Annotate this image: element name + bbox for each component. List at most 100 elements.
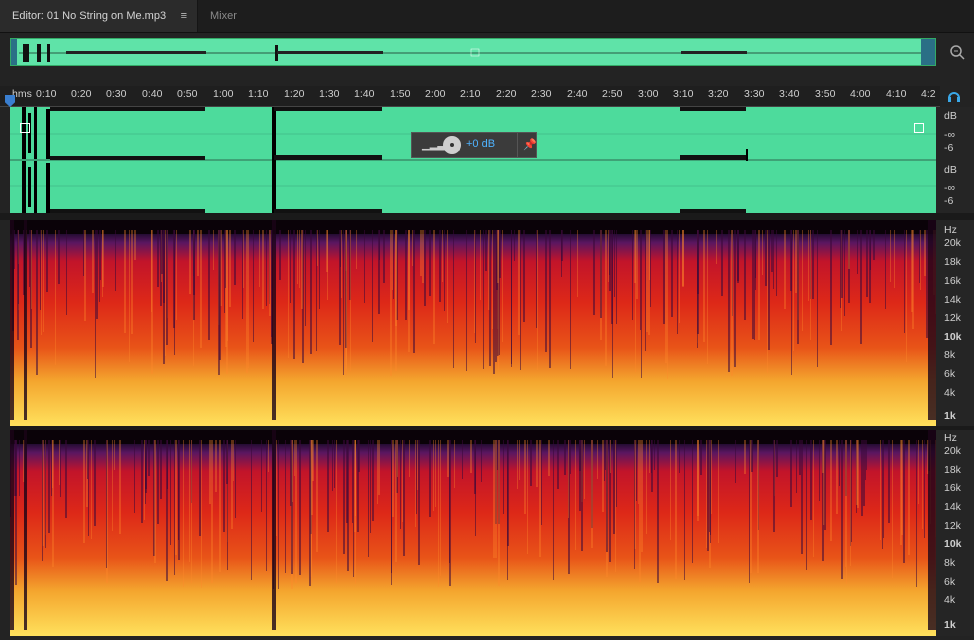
spectrogram-streak: [225, 230, 226, 288]
gain-hud[interactable]: ▁▂▃▄▅ +0 dB 📌: [411, 132, 537, 158]
spectrogram-streak: [213, 230, 214, 270]
overview-navigator[interactable]: [10, 38, 936, 66]
spectrogram-streak: [561, 230, 562, 277]
spectrogram-streak: [372, 230, 373, 342]
hz-label: 14k: [944, 501, 961, 513]
spectrogram-streak: [326, 230, 328, 272]
spectrogram-streak: [866, 230, 868, 297]
spectrogram-streak: [539, 440, 541, 557]
spectrogram-channel-2[interactable]: [10, 430, 936, 636]
spectrogram-streak: [604, 440, 605, 481]
spectrogram-streak: [368, 440, 369, 557]
spectrogram-streak: [31, 230, 32, 309]
fade-in-handle[interactable]: [20, 123, 30, 133]
spectrogram-streak: [440, 440, 441, 576]
spectrogram-streak: [866, 440, 867, 470]
spectrogram-streak: [514, 230, 515, 261]
spectrogram-silence: [272, 220, 276, 420]
spectrogram-streak: [692, 440, 693, 563]
spectrogram-streak: [58, 230, 60, 284]
spectrogram-streak: [87, 440, 88, 479]
tab-editor[interactable]: Editor: 01 No String on Me.mp3 ≡: [0, 0, 198, 32]
spectrogram-streak: [266, 440, 267, 571]
spectrogram-streak: [311, 440, 313, 515]
spectrogram-streak: [334, 440, 335, 488]
spectrogram-streak: [95, 230, 96, 378]
headphones-icon[interactable]: [947, 89, 961, 103]
spectrogram-streak: [762, 230, 763, 275]
spectrogram-streak: [166, 230, 168, 345]
spectrogram-streak: [433, 440, 434, 511]
spectrogram-streak: [654, 440, 655, 470]
spectrogram-streak: [327, 440, 329, 532]
spectrogram-streak: [60, 440, 61, 497]
spectrogram-streak: [163, 230, 165, 364]
hz-unit: Hz: [944, 224, 957, 236]
spectrogram-streak: [48, 440, 50, 533]
tab-mixer[interactable]: Mixer: [198, 0, 268, 32]
spectrogram-streak: [765, 230, 767, 286]
spectrogram-streak: [235, 440, 236, 518]
spectrogram-streak: [493, 440, 495, 558]
spectrogram-streak: [319, 230, 320, 309]
spectrogram-streak: [226, 230, 228, 374]
spectrogram-streak: [648, 230, 650, 335]
spectrogram-streak: [518, 230, 520, 335]
spectrogram-streak: [773, 440, 775, 532]
spectrogram-streak: [904, 230, 905, 333]
ruler-label: 3:20: [708, 88, 729, 100]
spectrogram-streak: [350, 230, 351, 371]
spectrogram-streak: [83, 440, 85, 543]
overview-right-handle[interactable]: [921, 39, 935, 65]
spectrogram-streak: [916, 440, 917, 587]
spectrogram-streak: [649, 440, 650, 473]
ruler-label: 0:20: [71, 88, 92, 100]
fade-out-handle[interactable]: [914, 123, 924, 133]
spectrogram-streak: [824, 440, 826, 530]
spectrogram-streak: [841, 440, 843, 579]
spectrogram-streak: [219, 230, 221, 360]
spectrogram-streak: [548, 440, 550, 476]
panel-splitter[interactable]: [0, 213, 974, 220]
spectrogram-streak: [892, 440, 893, 578]
spectrogram-streak: [839, 440, 840, 486]
ruler-label: 3:40: [779, 88, 800, 100]
spectrogram-silence: [24, 220, 27, 420]
spectrogram-streak: [808, 230, 809, 301]
waveform-panel[interactable]: [10, 107, 936, 213]
spectrogram-streak: [454, 440, 455, 488]
spectrogram-streak: [422, 230, 424, 283]
spectrogram-silence: [928, 430, 936, 630]
spectrogram-streak: [615, 440, 616, 572]
ruler-label: 3:00: [638, 88, 659, 100]
spectrogram-channel-1[interactable]: [10, 220, 936, 426]
spectrogram-streak: [347, 440, 349, 571]
hz-label: 4k: [944, 594, 956, 606]
pin-icon[interactable]: 📌: [523, 138, 537, 151]
spectrogram-streak: [176, 230, 177, 320]
spectrogram-streak: [290, 230, 291, 303]
hz-label: 20k: [944, 445, 961, 457]
time-ruler[interactable]: hms 0:10 0:20 0:30 0:40 0:50 1:00 1:10 1…: [0, 86, 940, 107]
spectrogram-streak: [447, 440, 449, 477]
hz-label: 6k: [944, 368, 956, 380]
hz-scale-channel-1: Hz 20k 18k 16k 14k 12k 10k 8k 6k 4k 1k: [936, 220, 974, 426]
spectrogram-streak: [266, 230, 267, 306]
spectrogram-streak: [346, 230, 347, 369]
spectrogram-streak: [517, 440, 518, 489]
spectrogram-streak: [475, 440, 476, 536]
spectrogram-streak: [193, 230, 195, 320]
ruler-label: 4:10: [886, 88, 907, 100]
tab-menu-icon[interactable]: ≡: [181, 0, 187, 32]
overview-left-handle[interactable]: [11, 39, 17, 65]
zoom-icon[interactable]: [948, 43, 966, 61]
spectrogram-streak: [860, 230, 862, 344]
spectrogram-streak: [413, 230, 415, 353]
gain-value[interactable]: +0 dB: [466, 138, 495, 150]
spectrogram-streak: [295, 440, 297, 583]
gain-knob-icon[interactable]: [443, 136, 461, 154]
spectrogram-streak: [234, 230, 236, 285]
spectrogram-streak: [134, 440, 135, 513]
spectrogram-streak: [650, 230, 651, 307]
spectrogram-streak: [215, 440, 217, 492]
